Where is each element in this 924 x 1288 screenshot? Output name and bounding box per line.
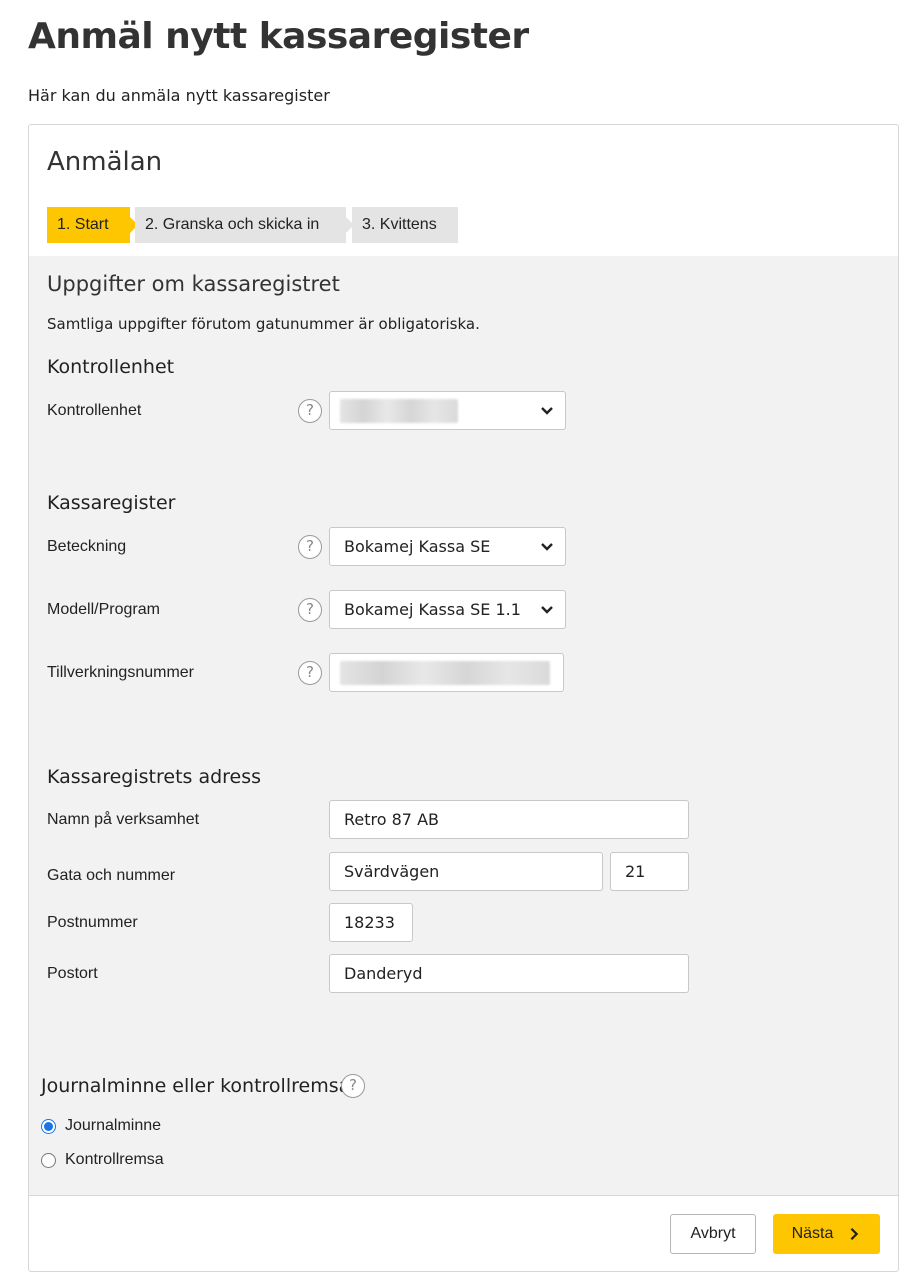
step-start: 1. Start (47, 207, 138, 243)
kontrollenhet-label: Kontrollenhet (47, 402, 142, 419)
postnummer-label: Postnummer (47, 914, 138, 931)
postort-input[interactable]: Danderyd (329, 954, 689, 993)
radio-button[interactable] (41, 1152, 56, 1168)
modell-select[interactable]: Bokamej Kassa SE 1.1 (329, 590, 566, 629)
next-button-label: Nästa (791, 1225, 834, 1242)
beteckning-label: Beteckning (47, 538, 127, 555)
help-icon[interactable]: ? (341, 1074, 365, 1098)
help-icon[interactable]: ? (298, 661, 322, 685)
step-receipt: 3. Kvittens (352, 207, 458, 243)
street-input[interactable]: Svärdvägen (329, 852, 603, 891)
postnummer-input[interactable]: 18233 (329, 903, 413, 942)
adress-heading: Kassaregistrets adress (47, 766, 262, 788)
namn-label: Namn på verksamhet (47, 811, 200, 828)
radio-journalminne[interactable]: Journalminne (41, 1117, 161, 1135)
chevron-down-icon (541, 407, 553, 415)
required-note: Samtliga uppgifter förutom gatunummer är… (47, 315, 480, 333)
gata-label: Gata och nummer (47, 867, 176, 884)
street-number-input[interactable]: 21 (610, 852, 689, 891)
form-area: Uppgifter om kassaregistret Samtliga upp… (29, 256, 898, 1196)
chevron-down-icon (541, 606, 553, 614)
registration-card: Anmälan 1. Start 2. Granska och skicka i… (28, 124, 899, 1272)
help-icon[interactable]: ? (298, 598, 322, 622)
modell-label: Modell/Program (47, 601, 160, 618)
kassaregister-heading: Kassaregister (47, 492, 176, 514)
kontrollenhet-select[interactable] (329, 391, 566, 430)
help-icon[interactable]: ? (298, 535, 322, 559)
redacted-value (340, 661, 550, 685)
radio-label: Journalminne (65, 1117, 162, 1134)
beteckning-value: Bokamej Kassa SE (344, 537, 491, 556)
postort-label: Postort (47, 965, 98, 982)
modell-value: Bokamej Kassa SE 1.1 (344, 600, 521, 619)
card-title: Anmälan (47, 147, 163, 177)
journal-heading: Journalminne eller kontrollremsa (41, 1075, 350, 1097)
page-intro: Här kan du anmäla nytt kassaregister (28, 86, 330, 105)
section-title: Uppgifter om kassaregistret (47, 272, 340, 296)
radio-button-selected[interactable] (41, 1118, 56, 1134)
tillverkningsnummer-input[interactable] (329, 653, 564, 692)
journal-heading-text: Journalminne eller kontrollremsa (41, 1075, 351, 1097)
namn-input[interactable]: Retro 87 AB (329, 800, 689, 839)
chevron-right-icon (850, 1227, 859, 1241)
beteckning-select[interactable]: Bokamej Kassa SE (329, 527, 566, 566)
next-button[interactable]: Nästa (773, 1214, 880, 1254)
step-review-submit: 2. Granska och skicka in (135, 207, 354, 243)
help-icon[interactable]: ? (298, 399, 322, 423)
kontrollenhet-heading: Kontrollenhet (47, 356, 175, 378)
radio-kontrollremsa[interactable]: Kontrollremsa (41, 1151, 164, 1169)
page-title: Anmäl nytt kassaregister (28, 16, 529, 57)
radio-label: Kontrollremsa (65, 1151, 164, 1168)
tillverkningsnummer-label: Tillverkningsnummer (47, 664, 194, 681)
cancel-button[interactable]: Avbryt (670, 1214, 756, 1254)
redacted-value (340, 399, 458, 423)
chevron-down-icon (541, 543, 553, 551)
